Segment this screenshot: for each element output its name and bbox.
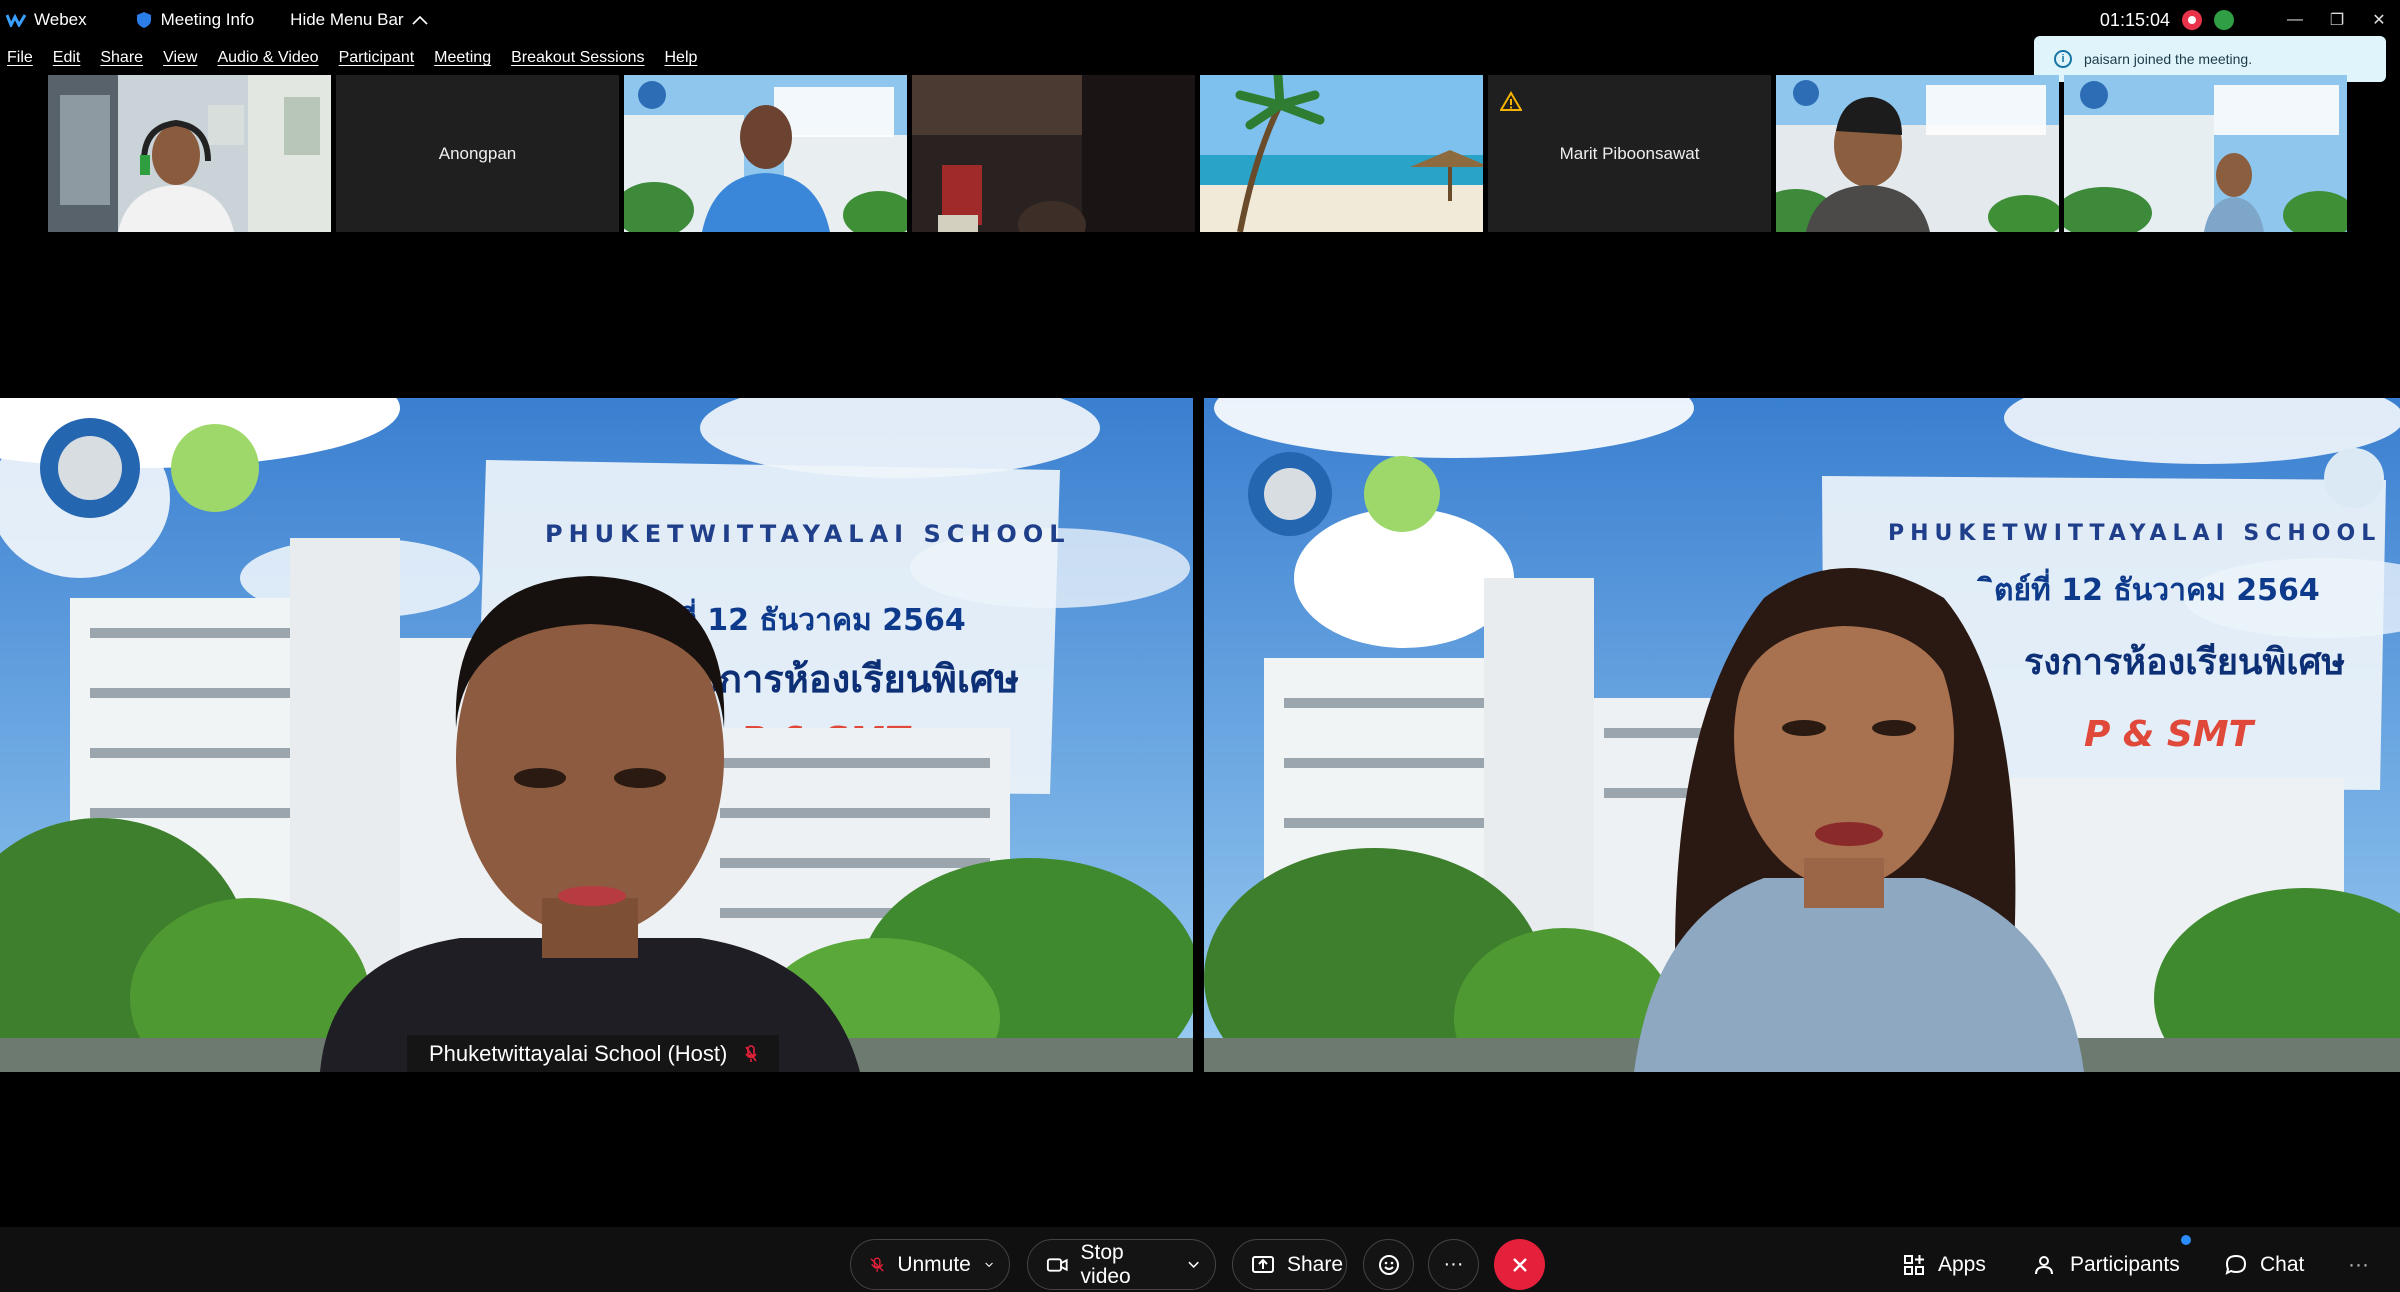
participant-thumbnail[interactable] <box>912 75 1195 232</box>
notification-dot <box>2181 1235 2191 1245</box>
main-video-tile-speaker[interactable]: PHUKETWITTAYALAI SCHOOL ิตย์ที่ 12 ธันวา… <box>1204 398 2400 1072</box>
menu-help[interactable]: Help <box>665 49 698 67</box>
participant-video: PHUKETWITTAYALAI SCHOOL ิตย์ที่ 12 ธันวา… <box>1204 398 2400 1072</box>
close-icon[interactable]: ✕ <box>2358 0 2400 40</box>
participant-thumbnail[interactable] <box>2064 75 2347 232</box>
notification-text: paisarn joined the meeting. <box>2084 51 2253 67</box>
chevron-up-icon <box>411 15 428 25</box>
close-icon <box>1512 1257 1527 1272</box>
menu-edit[interactable]: Edit <box>53 49 81 67</box>
more-options-button[interactable]: ··· <box>1428 1239 1479 1290</box>
chat-label: Chat <box>2260 1252 2305 1276</box>
leave-meeting-button[interactable] <box>1494 1239 1545 1290</box>
share-label: Share <box>1287 1252 1344 1276</box>
host-name-label: Phuketwittayalai School (Host) <box>407 1035 780 1072</box>
meeting-info-button[interactable]: Meeting Info <box>136 10 255 30</box>
participant-video: PHUKETWITTAYALAI SCHOOL ิตย์ที่ 12 ธันวา… <box>0 398 1193 1072</box>
stop-video-button[interactable]: Stop video <box>1027 1239 1216 1290</box>
banner-title: PHUKETWITTAYALAI SCHOOL <box>545 520 1071 548</box>
menu-participant[interactable]: Participant <box>339 49 415 67</box>
banner-short: P & SMT <box>2084 714 2256 755</box>
reactions-button[interactable] <box>1363 1239 1414 1290</box>
participant-video <box>624 75 907 232</box>
unmute-label: Unmute <box>897 1252 971 1276</box>
microphone-muted-icon <box>870 1257 884 1272</box>
banner-date: ิตย์ที่ 12 ธันวาคม 2564 <box>1976 568 2320 608</box>
participant-name: Anongpan <box>438 143 517 163</box>
menu-view[interactable]: View <box>163 49 197 67</box>
stop-video-label: Stop video <box>1080 1240 1131 1288</box>
participant-video <box>48 75 331 232</box>
participant-video <box>1776 75 2059 232</box>
video-camera-icon <box>1046 1257 1068 1272</box>
main-video-tile-host[interactable]: PHUKETWITTAYALAI SCHOOL ิตย์ที่ 12 ธันวา… <box>0 398 1193 1072</box>
share-screen-icon <box>1252 1255 1274 1273</box>
apps-icon <box>1904 1254 1924 1275</box>
menu-bar: File Edit Share View Audio & Video Parti… <box>0 44 709 72</box>
smt-logo-icon <box>171 424 259 512</box>
meeting-info-label: Meeting Info <box>160 10 255 29</box>
app-name: Webex <box>34 10 87 29</box>
chat-button[interactable]: Chat <box>2224 1239 2304 1290</box>
meeting-clock: 01:15:04 <box>2099 9 2170 30</box>
participant-thumbnail[interactable] <box>1200 75 1483 232</box>
minimize-icon[interactable]: — <box>2274 0 2316 40</box>
webex-logo-icon <box>6 13 26 27</box>
banner-line: รงการห้องเรียนพิเศษ <box>680 657 1019 701</box>
apps-label: Apps <box>1938 1252 1986 1276</box>
meeting-controls-bar: Unmute Stop video Share ··· Apps Partici… <box>0 1227 2400 1292</box>
app-brand: Webex <box>6 10 87 30</box>
participant-thumbnail[interactable]: Anongpan <box>336 75 619 232</box>
menu-share[interactable]: Share <box>100 49 143 67</box>
chevron-down-icon[interactable] <box>1188 1261 1199 1269</box>
participant-video <box>2064 75 2347 232</box>
recording-icon[interactable] <box>2182 10 2202 30</box>
menu-breakout-sessions[interactable]: Breakout Sessions <box>511 49 644 67</box>
banner-line: รงการห้องเรียนพิเศษ <box>2024 642 2345 683</box>
chat-icon <box>2225 1254 2247 1275</box>
restore-icon[interactable]: ❐ <box>2316 0 2358 40</box>
participants-button[interactable]: Participants <box>2034 1239 2180 1290</box>
menu-file[interactable]: File <box>7 49 33 67</box>
banner-title: PHUKETWITTAYALAI SCHOOL <box>1888 521 2381 546</box>
connection-status-icon[interactable] <box>2214 10 2234 30</box>
participant-thumbnail[interactable]: Marit Piboonsawat <box>1488 75 1771 232</box>
participant-thumbnail[interactable] <box>624 75 907 232</box>
apps-button[interactable]: Apps <box>1902 1239 1986 1290</box>
share-button[interactable]: Share <box>1232 1239 1347 1290</box>
chevron-down-icon[interactable] <box>985 1261 993 1269</box>
participant-video <box>912 75 1195 232</box>
smiley-icon <box>1378 1254 1399 1275</box>
host-name: Phuketwittayalai School (Host) <box>429 1040 728 1066</box>
hide-menu-label: Hide Menu Bar <box>290 10 404 29</box>
participants-label: Participants <box>2070 1252 2180 1276</box>
more-icon: ··· <box>2348 1252 2369 1276</box>
hide-menu-bar-button[interactable]: Hide Menu Bar <box>290 10 428 30</box>
more-panels-button[interactable]: ··· <box>2348 1239 2369 1290</box>
participants-icon <box>2035 1255 2053 1274</box>
shield-icon <box>136 12 151 28</box>
microphone-muted-icon <box>745 1044 758 1062</box>
menu-meeting[interactable]: Meeting <box>434 49 491 67</box>
menu-audio-video[interactable]: Audio & Video <box>217 49 318 67</box>
participant-thumbnail[interactable] <box>1776 75 2059 232</box>
participant-video <box>1200 75 1483 232</box>
title-bar: Webex Meeting Info Hide Menu Bar 01:15:0… <box>0 0 2400 40</box>
info-icon: i <box>2054 50 2072 68</box>
participant-thumbnail[interactable] <box>48 75 331 232</box>
more-icon: ··· <box>1443 1253 1464 1275</box>
participant-name: Marit Piboonsawat <box>1559 143 1700 163</box>
smt-logo-icon <box>1364 456 1440 532</box>
unmute-button[interactable]: Unmute <box>850 1239 1010 1290</box>
